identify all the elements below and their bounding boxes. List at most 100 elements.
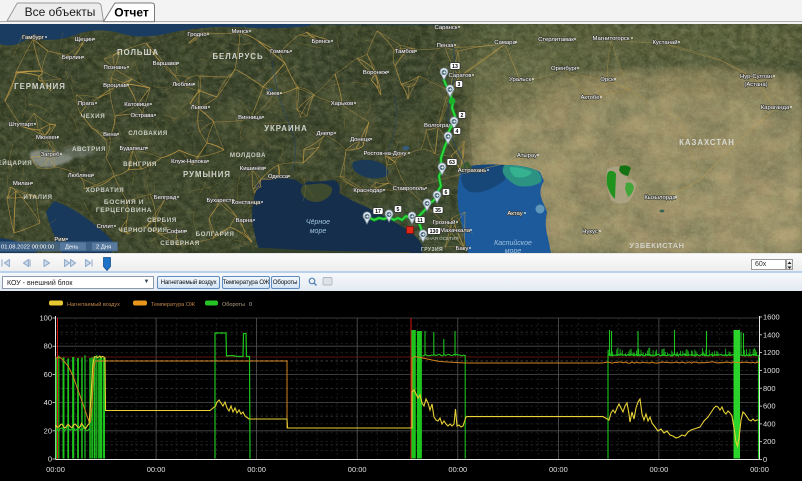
svg-text:Гамбург: Гамбург: [22, 35, 44, 41]
svg-text:Щецин: Щецин: [75, 37, 94, 43]
svg-text:Магнитогорск: Магнитогорск: [593, 36, 630, 42]
svg-text:КАЗАХСТАН: КАЗАХСТАН: [679, 138, 735, 147]
svg-text:Познань: Познань: [104, 65, 127, 71]
svg-text:Львов: Львов: [191, 105, 207, 111]
svg-text:Пенза: Пенза: [437, 43, 454, 49]
svg-text:35: 35: [435, 208, 441, 214]
svg-text:Одесса: Одесса: [268, 174, 289, 180]
svg-text:Чёрное: Чёрное: [306, 219, 330, 226]
svg-text:Белград: Белград: [154, 195, 177, 201]
svg-text:Актобе: Актобе: [580, 95, 600, 101]
svg-text:Констанца: Констанца: [232, 200, 261, 206]
svg-text:Актау: Актау: [507, 211, 522, 217]
svg-text:600: 600: [763, 402, 776, 411]
svg-text:ПОЛЬША: ПОЛЬША: [117, 48, 159, 57]
svg-text:2 Дня: 2 Дня: [96, 245, 111, 251]
svg-text:60: 60: [44, 370, 52, 379]
svg-text:20: 20: [44, 426, 52, 435]
svg-text:Прага: Прага: [78, 101, 95, 107]
svg-text:БЕЛАРУСЬ: БЕЛАРУСЬ: [212, 52, 263, 61]
svg-text:63: 63: [449, 160, 455, 166]
svg-text:00:00: 00:00: [448, 465, 467, 474]
svg-text:01.08.2022 00:00:00: 01.08.2022 00:00:00: [1, 245, 54, 251]
svg-text:Баку: Баку: [456, 246, 469, 252]
svg-text:Будапешт: Будапешт: [119, 146, 146, 152]
svg-text:Каспийское: Каспийское: [494, 239, 532, 247]
svg-text:Мюнхен: Мюнхен: [36, 135, 58, 141]
svg-text:Люблин: Люблин: [172, 82, 193, 88]
svg-text:Вена: Вена: [103, 132, 117, 138]
svg-text:13: 13: [452, 64, 458, 70]
svg-text:Воронеж: Воронеж: [363, 70, 387, 76]
svg-text:400: 400: [763, 419, 776, 428]
svg-text:Обороты: Обороты: [222, 302, 245, 308]
svg-text:00:00: 00:00: [147, 465, 166, 474]
svg-text:Нукус: Нукус: [582, 229, 598, 235]
svg-text:Любляна: Любляна: [68, 173, 93, 179]
svg-text:00:00: 00:00: [750, 465, 769, 474]
svg-text:День: День: [65, 245, 78, 251]
svg-text:БОСНИЯ И: БОСНИЯ И: [104, 199, 144, 206]
svg-text:00:00: 00:00: [46, 465, 65, 474]
svg-text:Кишинёв: Кишинёв: [240, 166, 264, 172]
svg-text:СЕВЕРНАЯ: СЕВЕРНАЯ: [160, 240, 200, 247]
svg-text:Температура ОЖ: Температура ОЖ: [151, 302, 195, 308]
svg-text:Все объекты: Все объекты: [25, 5, 96, 19]
svg-text:1200: 1200: [763, 348, 780, 357]
svg-text:ХОРВАТИЯ: ХОРВАТИЯ: [86, 187, 125, 194]
svg-text:4: 4: [456, 129, 459, 135]
svg-text:00:00: 00:00: [549, 465, 568, 474]
svg-text:130: 130: [430, 229, 439, 235]
svg-text:40: 40: [44, 398, 52, 407]
svg-text:0: 0: [249, 302, 252, 308]
svg-text:Вроцлав: Вроцлав: [103, 83, 127, 89]
svg-text:Винница: Винница: [238, 115, 262, 121]
svg-text:6: 6: [445, 190, 448, 196]
svg-text:БОЛГАРИЯ: БОЛГАРИЯ: [196, 231, 235, 238]
svg-text:1400: 1400: [763, 330, 780, 339]
svg-text:2: 2: [461, 113, 464, 119]
svg-text:Нур-Султан: Нур-Султан: [740, 74, 772, 80]
svg-text:800: 800: [763, 384, 776, 393]
svg-text:3: 3: [458, 82, 461, 88]
svg-text:ЧЕХИЯ: ЧЕХИЯ: [81, 113, 106, 120]
svg-text:МОЛДОВА: МОЛДОВА: [230, 152, 266, 159]
svg-text:Штутгарт: Штутгарт: [9, 122, 34, 128]
svg-text:море: море: [310, 228, 327, 235]
svg-text:ГЕРЦЕГОВИНА: ГЕРЦЕГОВИНА: [96, 207, 152, 214]
svg-text:Волгоград: Волгоград: [424, 123, 453, 129]
svg-text:СЛОВАКИЯ: СЛОВАКИЯ: [128, 130, 168, 137]
svg-text:Гродно: Гродно: [187, 32, 207, 38]
svg-text:Махачкала: Махачкала: [440, 228, 471, 234]
svg-text:Милан: Милан: [13, 181, 31, 187]
svg-text:Грозный: Грозный: [433, 219, 456, 226]
svg-text:Саранск: Саранск: [435, 25, 458, 31]
svg-text:ИТАЛИЯ: ИТАЛИЯ: [23, 194, 52, 201]
svg-text:ШВЕЙЦАРИЯ: ШВЕЙЦАРИЯ: [0, 159, 32, 167]
svg-text:Атырау: Атырау: [517, 153, 537, 159]
svg-text:ГЕРМАНИЯ: ГЕРМАНИЯ: [14, 82, 66, 91]
svg-text:0: 0: [48, 455, 52, 464]
svg-text:Гомель: Гомель: [270, 49, 290, 55]
svg-text:ЧЕРНОГОРИЯ: ЧЕРНОГОРИЯ: [118, 227, 167, 234]
svg-text:Варна: Варна: [235, 218, 253, 224]
svg-text:0: 0: [763, 455, 767, 464]
svg-text:1000: 1000: [763, 366, 780, 375]
svg-text:Острава: Острава: [130, 113, 154, 119]
svg-text:Астрахань: Астрахань: [458, 168, 487, 174]
svg-text:Кустанай: Кустанай: [653, 39, 678, 46]
svg-text:5: 5: [397, 207, 400, 213]
svg-text:17: 17: [375, 209, 381, 215]
svg-text:Тамбов: Тамбов: [395, 49, 415, 55]
svg-text:Днепр: Днепр: [317, 131, 335, 137]
svg-text:100: 100: [39, 314, 52, 323]
svg-text:80: 80: [44, 342, 52, 351]
svg-text:УКРАИНА: УКРАИНА: [264, 124, 308, 133]
svg-text:200: 200: [763, 437, 776, 446]
svg-text:Минск: Минск: [232, 29, 249, 35]
svg-text:00:00: 00:00: [650, 465, 669, 474]
svg-text:Саратов: Саратов: [448, 73, 471, 79]
svg-text:Краснодар: Краснодар: [353, 188, 383, 194]
svg-text:Караганда: Караганда: [761, 105, 790, 111]
svg-text:София: София: [167, 229, 186, 235]
